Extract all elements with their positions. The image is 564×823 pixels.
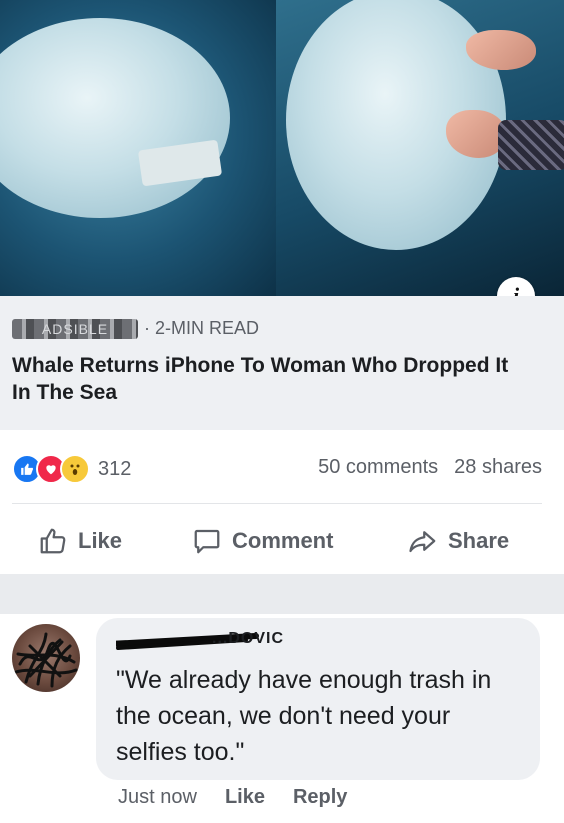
comments-count-link[interactable]: 50 comments: [318, 456, 438, 478]
source-name: ADSIBLE: [12, 318, 138, 339]
whale-photo-right: [276, 0, 564, 296]
comment-like-link[interactable]: Like: [225, 786, 265, 808]
comment-text: "We already have enough trash in the oce…: [116, 666, 492, 766]
thumbs-up-icon: [40, 528, 66, 554]
comment-reply-link[interactable]: Reply: [293, 786, 347, 808]
share-button-label: Share: [448, 528, 510, 553]
source-row: ADSIBLE · 2-MIN READ: [12, 318, 259, 339]
like-button[interactable]: Like: [38, 526, 122, 556]
stats-summary: 50 comments 28 shares: [318, 456, 542, 479]
reactions-summary[interactable]: 312: [12, 454, 131, 484]
comment-thread: ...DOVIC "We already have enough trash i…: [0, 614, 564, 823]
share-arrow-icon: [409, 531, 436, 553]
comment-bubble: ...DOVIC "We already have enough trash i…: [96, 618, 540, 780]
post-action-bar: Like Comment Share: [0, 504, 564, 574]
comment-meta: Just now Like Reply: [118, 786, 347, 809]
article-headline[interactable]: Whale Returns iPhone To Woman Who Droppe…: [12, 352, 532, 406]
like-button-label: Like: [78, 528, 123, 553]
commenter-name[interactable]: ...DOVIC: [212, 630, 284, 648]
share-button[interactable]: Share: [408, 526, 509, 556]
scribble-redaction: [14, 632, 78, 688]
commenter-avatar[interactable]: [12, 624, 80, 692]
shares-count-link[interactable]: 28 shares: [454, 456, 542, 478]
beluga-whale: [0, 18, 230, 218]
link-preview[interactable]: ADSIBLE · 2-MIN READ Whale Returns iPhon…: [0, 296, 564, 430]
wow-reaction-icon: [60, 454, 90, 484]
read-time: · 2-MIN READ: [144, 318, 260, 338]
comment-button[interactable]: Comment: [192, 526, 333, 556]
section-separator: [0, 574, 564, 614]
engagement-counts: 312 50 comments 28 shares: [0, 430, 564, 504]
sleeve: [498, 120, 564, 170]
link-preview-image[interactable]: [0, 0, 564, 296]
comment-button-label: Comment: [232, 528, 334, 553]
comment-timestamp: Just now: [118, 786, 197, 808]
reaction-count: 312: [98, 457, 132, 480]
whale-photo-left: [0, 0, 276, 296]
comment-icon: [194, 529, 220, 554]
